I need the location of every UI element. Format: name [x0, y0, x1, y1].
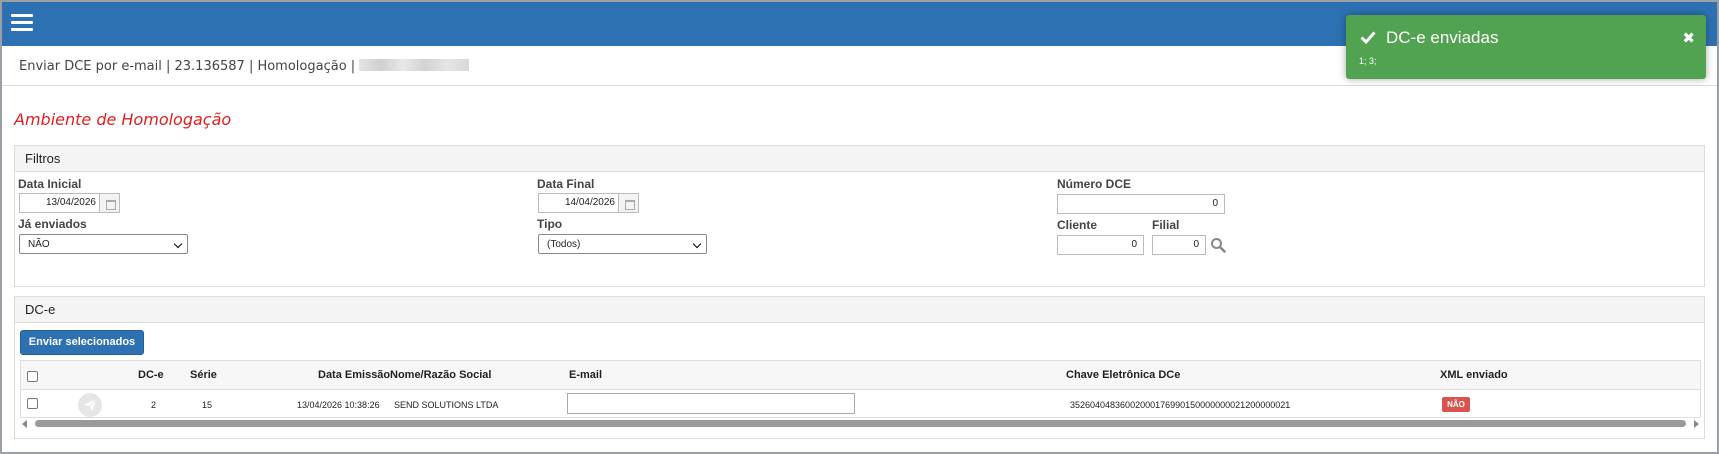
filial-input[interactable]: 0 [1152, 235, 1206, 255]
column-header-data-emissao: Data Emissão [318, 369, 391, 381]
menu-icon[interactable] [11, 14, 33, 32]
cell-dce: 2 [151, 400, 157, 410]
dce-panel: DC-e Enviar selecionados DC-e Série Data… [14, 296, 1705, 439]
scrollbar-thumb[interactable] [35, 420, 1686, 427]
data-inicial-calendar-icon[interactable] [99, 193, 120, 213]
send-email-icon[interactable] [78, 393, 102, 417]
select-all-checkbox[interactable] [27, 371, 38, 382]
column-header-dce: DC-e [138, 369, 164, 381]
scroll-right-arrow-icon[interactable] [1694, 420, 1699, 428]
toast-message: 1; 3; [1359, 56, 1377, 66]
send-selected-button[interactable]: Enviar selecionados [20, 330, 144, 355]
filters-panel-title: Filtros [15, 146, 1704, 172]
email-input[interactable] [567, 393, 855, 414]
data-inicial-input[interactable]: 13/04/2026 [19, 193, 103, 213]
data-final-calendar-icon[interactable] [618, 193, 639, 213]
column-header-email: E-mail [569, 369, 603, 381]
cliente-input[interactable]: 0 [1057, 235, 1144, 255]
page-title-text: Enviar DCE por e-mail | 23.136587 | Homo… [19, 59, 360, 74]
checkmark-icon [1360, 31, 1376, 45]
column-header-chave: Chave Eletrônica DCe [1066, 369, 1181, 381]
environment-label: Ambiente de Homologação [14, 110, 232, 129]
tipo-select[interactable]: (Todos) [538, 234, 707, 254]
dce-panel-title: DC-e [15, 297, 1704, 323]
scroll-left-arrow-icon[interactable] [22, 420, 27, 428]
status-badge: NÃO [1442, 397, 1470, 412]
data-final-label: Data Final [537, 177, 595, 191]
cell-serie: 15 [202, 400, 213, 410]
tipo-label: Tipo [537, 217, 563, 231]
ja-enviados-selected: NÃO [28, 239, 50, 250]
filial-label: Filial [1152, 218, 1180, 232]
numero-dce-input[interactable]: 0 [1057, 194, 1225, 214]
search-icon[interactable] [1210, 237, 1226, 253]
table-header: DC-e Série Data Emissão Nome/Razão Socia… [21, 361, 1700, 390]
ja-enviados-select[interactable]: NÃO [19, 234, 188, 254]
data-final-input[interactable]: 14/04/2026 [538, 193, 622, 213]
column-header-serie: Série [190, 369, 217, 381]
dce-table: DC-e Série Data Emissão Nome/Razão Socia… [20, 360, 1701, 418]
row-select-checkbox[interactable] [27, 398, 38, 409]
cliente-label: Cliente [1057, 218, 1098, 232]
tipo-selected: (Todos) [547, 239, 581, 250]
column-header-xml-enviado: XML enviado [1440, 369, 1508, 381]
cell-nome: SEND SOLUTIONS LTDA [394, 400, 499, 410]
data-inicial-label: Data Inicial [18, 177, 82, 191]
column-header-nome: Nome/Razão Social [390, 369, 492, 381]
cell-chave: 3526040483600200017699015000000002120000… [1070, 400, 1291, 410]
cell-data-emissao: 13/04/2026 10:38:26 [297, 400, 380, 410]
ja-enviados-label: Já enviados [18, 217, 87, 231]
horizontal-scrollbar[interactable] [20, 419, 1701, 428]
filters-panel: Filtros Data Inicial 13/04/2026 Já envia… [14, 145, 1705, 287]
toast-title: DC-e enviadas [1386, 28, 1499, 47]
page-title: Enviar DCE por e-mail | 23.136587 | Homo… [19, 59, 470, 74]
numero-dce-label: Número DCE [1057, 177, 1132, 191]
success-toast[interactable]: DC-e enviadas 1; 3; ✖ [1346, 15, 1706, 79]
chevron-down-icon [173, 239, 183, 249]
chevron-down-icon [692, 239, 702, 249]
redacted-company-name [359, 59, 470, 71]
close-icon[interactable]: ✖ [1682, 29, 1695, 47]
